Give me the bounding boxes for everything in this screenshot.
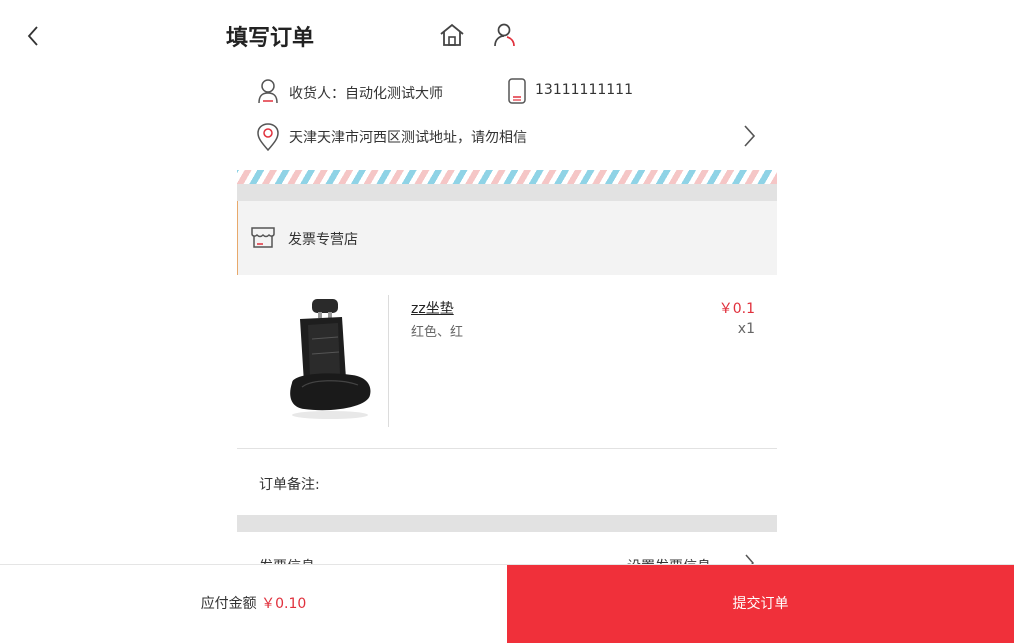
payable-label: 应付金额 bbox=[200, 596, 257, 612]
receiver-row: 收货人：自动化测试大师 13111111111 bbox=[237, 70, 777, 115]
back-button[interactable] bbox=[22, 24, 46, 48]
order-page: 填写订单 收货人：自动化测试大师 13111111111 天津天津市河西区测试地… bbox=[0, 0, 1014, 643]
store-row: 发票专营店 bbox=[237, 201, 777, 275]
store-name: 发票专营店 bbox=[288, 232, 358, 248]
remark-label: 订单备注: bbox=[259, 477, 320, 493]
home-icon bbox=[440, 23, 464, 46]
receiver-phone: 13111111111 bbox=[535, 82, 633, 98]
product-name-link[interactable]: zz坐垫 bbox=[411, 298, 454, 318]
checkout-bar: 应付金额 ￥0.10 提交订单 bbox=[0, 564, 1014, 643]
order-content: 收货人：自动化测试大师 13111111111 天津天津市河西区测试地址，请勿相… bbox=[237, 70, 777, 575]
product-price: ￥0.1 bbox=[718, 301, 755, 317]
address-detail: 天津天津市河西区测试地址，请勿相信 bbox=[289, 130, 527, 146]
home-button[interactable] bbox=[438, 22, 466, 48]
user-button[interactable] bbox=[492, 22, 518, 48]
chevron-left-icon bbox=[27, 26, 38, 46]
submit-order-button[interactable]: 提交订单 bbox=[507, 565, 1014, 643]
page-title: 填写订单 bbox=[226, 26, 315, 51]
receiver-name: 收货人：自动化测试大师 bbox=[289, 86, 443, 102]
payable-amount: 应付金额 ￥0.10 bbox=[0, 565, 507, 643]
section-divider bbox=[237, 515, 777, 532]
product-spec: 红色、红 bbox=[411, 325, 464, 340]
chevron-right-icon bbox=[744, 125, 756, 147]
user-icon bbox=[494, 23, 515, 47]
address-row[interactable]: 天津天津市河西区测试地址，请勿相信 bbox=[237, 115, 777, 163]
product-image[interactable] bbox=[282, 299, 382, 421]
store-icon bbox=[251, 227, 275, 248]
payable-value: ￥0.10 bbox=[261, 596, 307, 612]
phone-icon bbox=[508, 78, 526, 104]
product-quantity: x1 bbox=[737, 321, 755, 337]
product-divider bbox=[388, 295, 389, 427]
remark-row: 订单备注: bbox=[237, 449, 777, 515]
product-item: zz坐垫 红色、红 ￥0.1 x1 bbox=[237, 275, 777, 449]
person-icon bbox=[258, 79, 278, 104]
location-pin-icon bbox=[257, 123, 279, 151]
remark-input[interactable] bbox=[321, 465, 751, 499]
section-divider bbox=[237, 184, 777, 201]
address-stripe-divider bbox=[237, 170, 777, 184]
